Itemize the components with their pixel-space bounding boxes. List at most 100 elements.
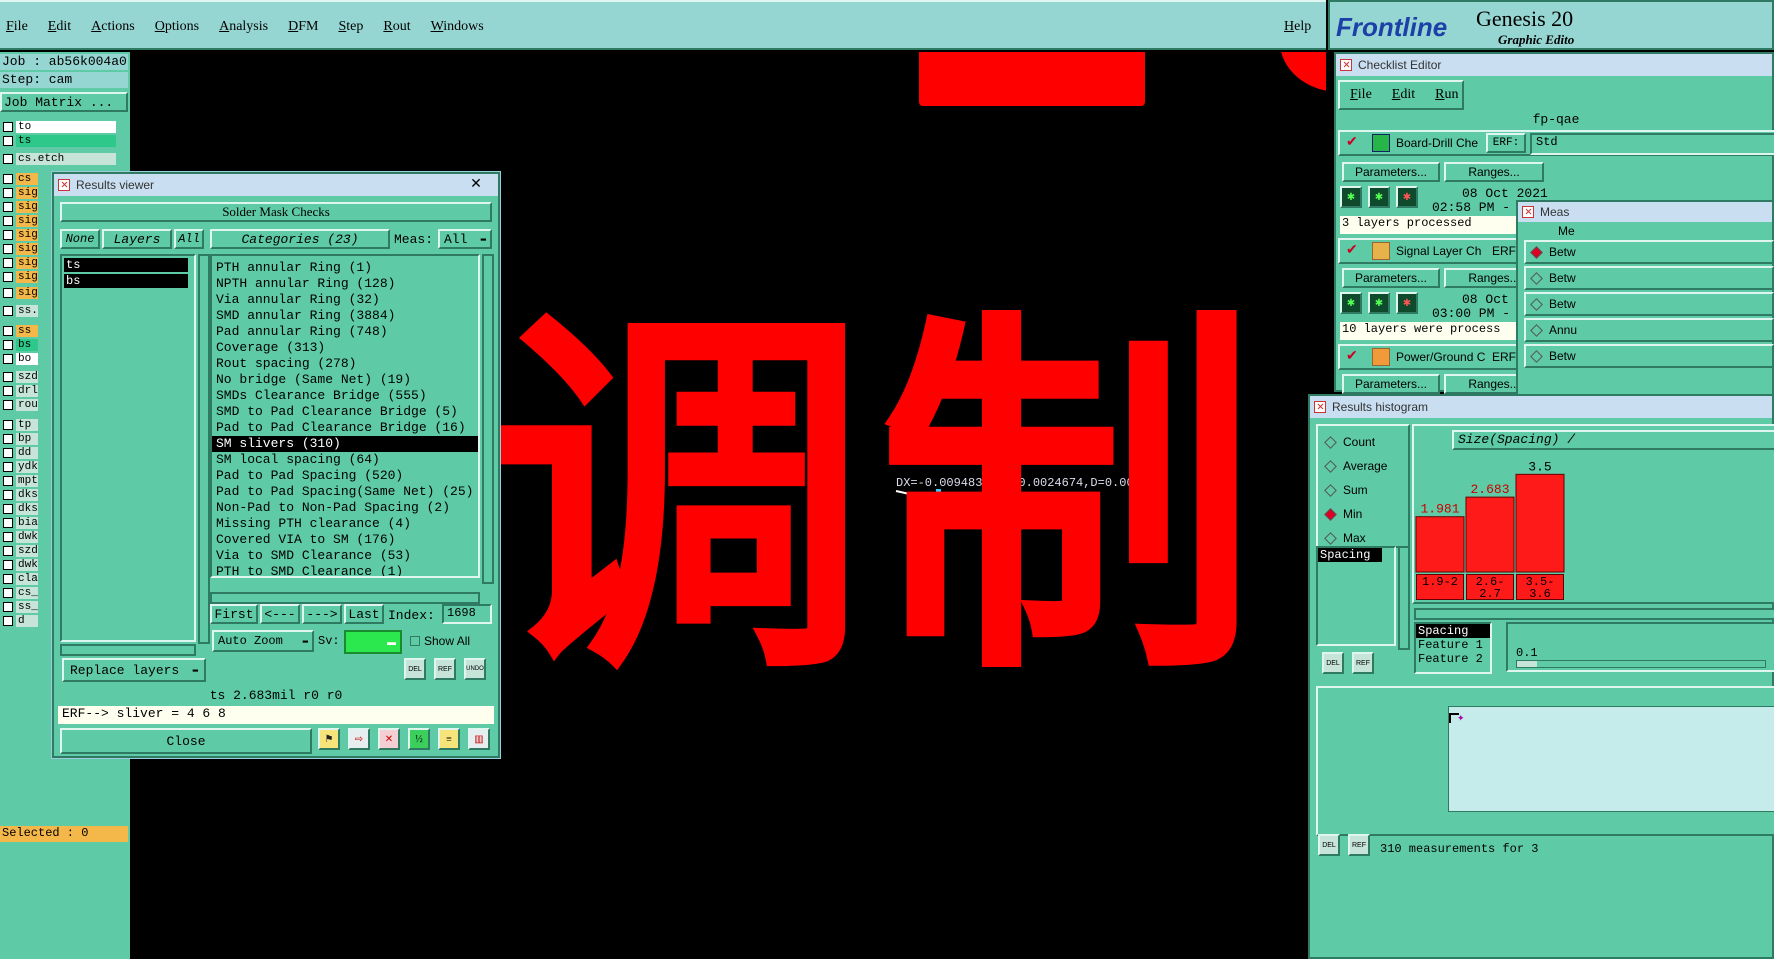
layer-checkbox[interactable] <box>3 462 13 472</box>
none-button[interactable]: None <box>60 229 100 249</box>
del-icon[interactable]: DEL <box>1322 652 1344 674</box>
category-item[interactable]: PTH annular Ring (1) <box>212 260 478 276</box>
layer-name[interactable]: bia <box>16 517 38 529</box>
layer-name[interactable]: dks <box>16 489 38 501</box>
layer-checkbox[interactable] <box>3 326 13 336</box>
first-button[interactable]: First <box>210 604 258 624</box>
del-icon[interactable]: DEL <box>404 658 426 680</box>
category-hscrollbar[interactable] <box>210 592 480 604</box>
histogram-list-item[interactable]: Spacing <box>1318 548 1382 562</box>
checklist-menu-edit[interactable]: Edit <box>1392 87 1415 103</box>
undo-icon[interactable]: UNDO <box>464 658 486 680</box>
layer-name[interactable]: dd <box>16 447 38 459</box>
layer-checkbox[interactable] <box>3 574 13 584</box>
layer-name[interactable]: tp <box>16 419 38 431</box>
layer-checkbox[interactable] <box>3 154 13 164</box>
last-button[interactable]: Last <box>344 604 384 624</box>
layer-name[interactable]: bs <box>16 339 38 351</box>
histogram-bar[interactable] <box>1415 516 1465 573</box>
menu-windows[interactable]: Windows <box>431 19 484 35</box>
category-item[interactable]: Via to SMD Clearance (53) <box>212 548 478 564</box>
layer-checkbox[interactable] <box>3 122 13 132</box>
check-enabled-icon[interactable]: ✔ <box>1346 242 1358 259</box>
layer-name[interactable]: ss_ <box>16 601 38 613</box>
histogram-icon[interactable]: ▥ <box>468 728 490 750</box>
layer-checkbox[interactable] <box>3 306 13 316</box>
category-item[interactable]: SMDs Clearance Bridge (555) <box>212 388 478 404</box>
layer-checkbox[interactable] <box>3 188 13 198</box>
radio-icon[interactable] <box>1530 323 1543 337</box>
run-icon[interactable]: ✱ <box>1396 186 1418 208</box>
categories-button[interactable]: Categories (23) <box>210 229 390 249</box>
category-item[interactable]: Non-Pad to Non-Pad Spacing (2) <box>212 500 478 516</box>
layer-name[interactable]: rou <box>16 399 38 411</box>
layer-checkbox[interactable] <box>3 546 13 556</box>
erf-button[interactable]: ERF: <box>1486 133 1526 153</box>
auto-zoom-dropdown[interactable]: Auto Zoom ▬ <box>212 630 314 652</box>
radio-icon[interactable] <box>1530 271 1543 285</box>
histogram-list-scrollbar[interactable] <box>1398 546 1410 650</box>
layer-name[interactable]: bp <box>16 433 38 445</box>
histogram-bar[interactable] <box>1465 496 1515 573</box>
layer-name[interactable]: ts <box>16 135 116 147</box>
layer-checkbox[interactable] <box>3 602 13 612</box>
layer-name[interactable]: ydk <box>16 461 38 473</box>
category-item[interactable]: Missing PTH clearance (4) <box>212 516 478 532</box>
category-item[interactable]: Covered VIA to SM (176) <box>212 532 478 548</box>
parameters-button[interactable]: Parameters... <box>1342 374 1440 394</box>
check-enabled-icon[interactable]: ✔ <box>1346 348 1358 365</box>
category-item[interactable]: SMD annular Ring (3884) <box>212 308 478 324</box>
layer-list-hscrollbar[interactable] <box>60 644 196 656</box>
histogram-bar[interactable] <box>1515 473 1565 573</box>
category-item[interactable]: NPTH annular Ring (128) <box>212 276 478 292</box>
category-scrollbar[interactable] <box>482 254 494 584</box>
layer-checkbox[interactable] <box>3 174 13 184</box>
layer-checkbox[interactable] <box>3 504 13 514</box>
slider-thumb[interactable] <box>1517 661 1537 667</box>
layer-name[interactable]: ss. <box>16 305 38 317</box>
category-item[interactable]: No bridge (Same Net) (19) <box>212 372 478 388</box>
layer-name[interactable]: dks <box>16 503 38 515</box>
layer-checkbox[interactable] <box>3 476 13 486</box>
next-button[interactable]: ---> <box>302 604 342 624</box>
ref-icon[interactable]: REF <box>1352 652 1374 674</box>
menu-rout[interactable]: Rout <box>383 19 410 35</box>
meas-option[interactable]: Betw <box>1524 292 1774 316</box>
layer-checkbox[interactable] <box>3 258 13 268</box>
layer-name[interactable]: sig <box>16 287 38 299</box>
run-icon[interactable]: ✱ <box>1340 292 1362 314</box>
layer-checkbox[interactable] <box>3 400 13 410</box>
ranges-button[interactable]: Ranges... <box>1444 162 1544 182</box>
layer-checkbox[interactable] <box>3 532 13 542</box>
histogram-option[interactable]: Min <box>1324 502 1408 526</box>
run-icon[interactable]: ✱ <box>1368 186 1390 208</box>
meas-option[interactable]: Annu <box>1524 318 1774 342</box>
layer-checkbox[interactable] <box>3 434 13 444</box>
close-button[interactable]: Close <box>60 728 312 754</box>
menu-step[interactable]: Step <box>338 19 363 35</box>
menu-actions[interactable]: Actions <box>91 19 135 35</box>
layer-name[interactable]: cs <box>16 173 38 185</box>
layer-checkbox[interactable] <box>3 340 13 350</box>
layer-name[interactable]: sig <box>16 201 38 213</box>
histogram-hscrollbar[interactable] <box>1414 608 1774 620</box>
histogram-option[interactable]: Sum <box>1324 478 1408 502</box>
category-item[interactable]: Via annular Ring (32) <box>212 292 478 308</box>
checklist-titlebar[interactable]: Checklist Editor <box>1336 54 1772 76</box>
layer-name[interactable]: szd <box>16 545 38 557</box>
layer-checkbox[interactable] <box>3 560 13 570</box>
layer-name[interactable]: bo <box>16 353 38 365</box>
category-listbox[interactable]: PTH annular Ring (1) NPTH annular Ring (1… <box>210 254 480 578</box>
histogram-option[interactable]: Average <box>1324 454 1408 478</box>
meas-option[interactable]: Betw <box>1524 344 1774 368</box>
radio-icon[interactable] <box>1324 459 1337 473</box>
layer-checkbox[interactable] <box>3 588 13 598</box>
radio-icon[interactable] <box>1324 483 1337 497</box>
layer-name[interactable]: szd <box>16 371 38 383</box>
meas-titlebar[interactable]: Meas <box>1518 202 1772 222</box>
layer-name[interactable]: sig <box>16 215 38 227</box>
category-item[interactable]: Pad annular Ring (748) <box>212 324 478 340</box>
radio-icon[interactable] <box>1530 297 1543 311</box>
layer-name[interactable]: sig <box>16 229 38 241</box>
step-icon[interactable]: ½ <box>408 728 430 750</box>
